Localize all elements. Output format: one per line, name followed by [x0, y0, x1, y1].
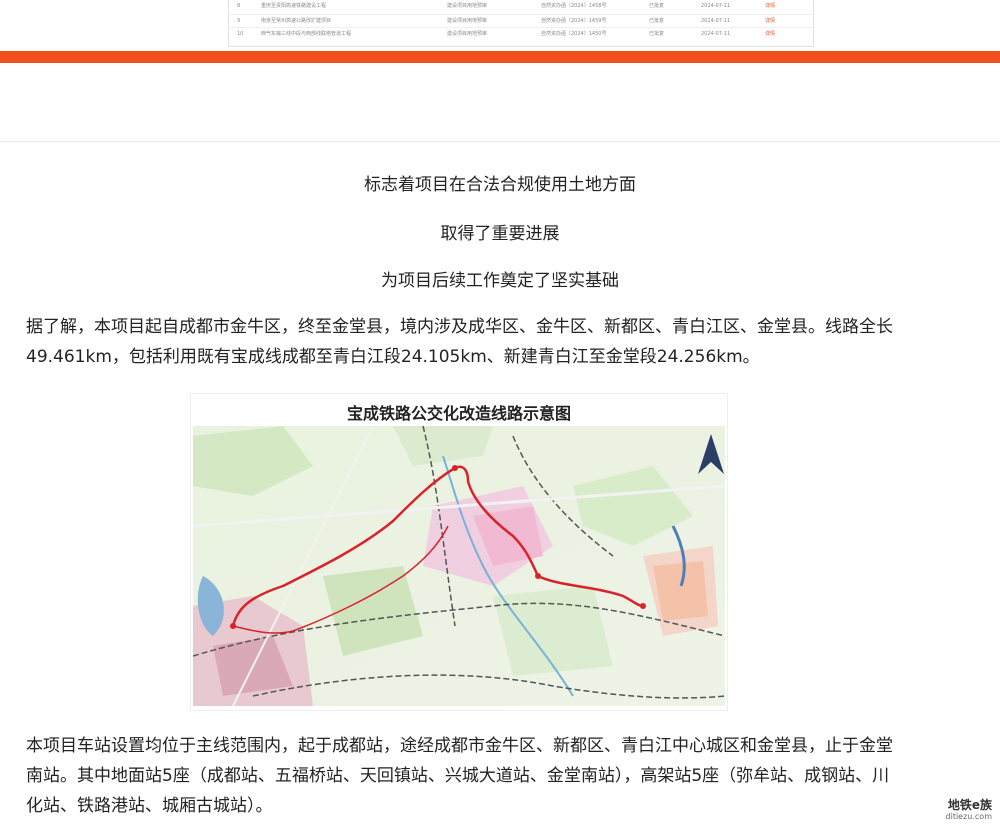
- status: 已批复: [649, 31, 665, 37]
- article-paragraph: 本项目车站设置均位于主线范围内，起于成都站，途经成都市金牛区、新都区、青白江中心…: [26, 736, 893, 816]
- status: 已批复: [649, 3, 665, 9]
- approval-type: 建设项目用地预审: [447, 3, 488, 9]
- document-number: 自然资办函〔2024〕1458号: [541, 3, 607, 9]
- article-center-line: 取得了重要进展: [440, 224, 560, 244]
- article-center-line: 为项目后续工作奠定了坚实基础: [381, 271, 619, 291]
- date: 2024-07-11: [701, 3, 731, 9]
- approval-type: 建设项目用地预审: [447, 31, 488, 37]
- blank-header-area: [0, 63, 1000, 141]
- date: 2024-07-11: [701, 31, 731, 37]
- divider: [0, 141, 1000, 142]
- route-map-image: [193, 426, 725, 706]
- site-watermark: 地铁e族 ditiezu.com: [922, 799, 992, 825]
- table-row: 10 西气东输三线中段与西部线联络管道工程 建设项目用地预审 自然资办函〔202…: [229, 27, 813, 41]
- embedded-table-image: 8 重庆至贵阳高速铁路建设工程 建设项目用地预审 自然资办函〔2024〕1458…: [228, 0, 814, 47]
- map-title: 宝成铁路公交化改造线路示意图: [346, 404, 571, 423]
- route-map-figure: 宝成铁路公交化改造线路示意图: [190, 393, 728, 711]
- project-name: 西气东输三线中段与西部线联络管道工程: [261, 31, 352, 37]
- row-number: 10: [237, 31, 244, 37]
- section-divider-bar: [0, 51, 1000, 63]
- detail-link[interactable]: 详情: [765, 28, 795, 41]
- project-name: 重庆至贵阳高速铁路建设工程: [261, 3, 327, 9]
- detail-link[interactable]: 详情: [765, 0, 795, 13]
- article-paragraph: 据了解，本项目起自成都市金牛区，终至金堂县，境内涉及成华区、金牛区、新都区、青白…: [26, 317, 893, 367]
- document-number: 自然资办函〔2024〕1450号: [541, 31, 607, 37]
- row-number: 8: [237, 3, 241, 9]
- watermark-main-text: 地铁e族: [947, 798, 992, 812]
- table-row: 8 重庆至贵阳高速铁路建设工程 建设项目用地预审 自然资办函〔2024〕1458…: [229, 0, 813, 13]
- article-center-line: 标志着项目在合法合规使用土地方面: [364, 175, 636, 195]
- table-row: 9 南京至常州高速公路改扩建项目 建设项目用地预审 自然资办函〔2024〕145…: [229, 14, 813, 28]
- watermark-sub-text: ditiezu.com: [945, 812, 992, 821]
